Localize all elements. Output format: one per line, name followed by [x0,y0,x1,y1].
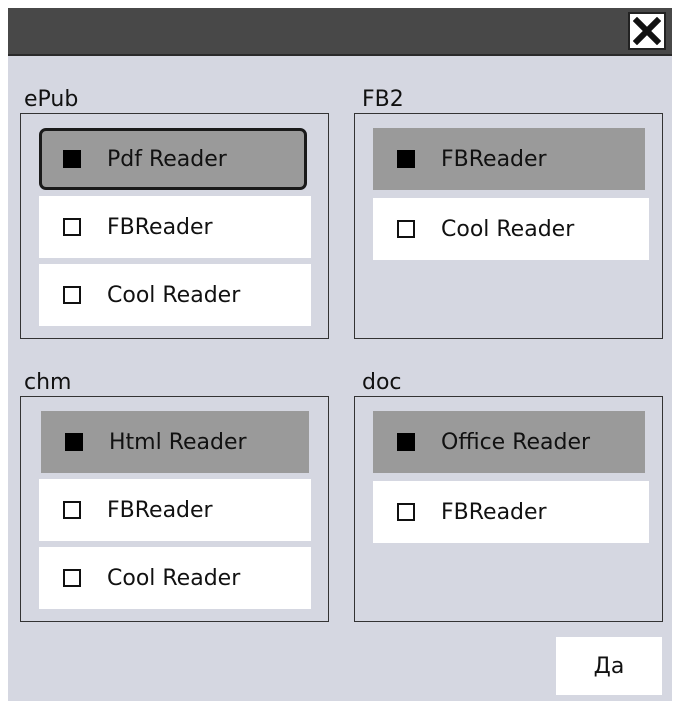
option-label: FBReader [107,497,213,523]
ok-button[interactable]: Да [556,637,662,695]
checkbox-unchecked [397,503,415,521]
close-button[interactable] [628,12,666,50]
group-fb2: FBReader Cool Reader [354,113,663,339]
checkbox-unchecked [63,286,81,304]
option-doc-office-reader[interactable]: Office Reader [373,411,645,473]
group-chm: Html Reader FBReader Cool Reader [20,396,329,622]
option-chm-html-reader[interactable]: Html Reader [41,411,309,473]
reader-selection-dialog: ePub Pdf Reader FBReader Cool Reader FB2… [8,8,672,701]
option-epub-cool-reader[interactable]: Cool Reader [39,264,311,326]
group-epub: Pdf Reader FBReader Cool Reader [20,113,329,339]
option-fb2-fbreader[interactable]: FBReader [373,128,645,190]
option-doc-fbreader[interactable]: FBReader [373,481,649,543]
checkbox-checked [397,150,415,168]
option-label: Html Reader [109,429,247,455]
option-label: Cool Reader [107,282,241,308]
checkbox-checked [397,433,415,451]
option-label: FBReader [441,146,547,172]
group-label-fb2: FB2 [362,87,404,112]
option-label: Pdf Reader [107,146,227,172]
option-label: FBReader [107,214,213,240]
group-label-doc: doc [362,370,402,395]
option-chm-fbreader[interactable]: FBReader [39,479,311,541]
checkbox-unchecked [63,218,81,236]
option-epub-pdf-reader[interactable]: Pdf Reader [39,128,307,190]
option-label: Cool Reader [441,216,575,242]
checkbox-checked [65,433,83,451]
group-label-chm: chm [24,370,72,395]
checkbox-unchecked [397,220,415,238]
option-chm-cool-reader[interactable]: Cool Reader [39,547,311,609]
checkbox-checked [63,150,81,168]
checkbox-unchecked [63,569,81,587]
group-label-epub: ePub [24,87,79,112]
option-label: FBReader [441,499,547,525]
option-fb2-cool-reader[interactable]: Cool Reader [373,198,649,260]
title-bar [8,8,672,56]
option-label: Office Reader [441,429,591,455]
option-label: Cool Reader [107,565,241,591]
close-icon [633,17,661,45]
group-doc: Office Reader FBReader [354,396,663,622]
option-epub-fbreader[interactable]: FBReader [39,196,311,258]
checkbox-unchecked [63,501,81,519]
